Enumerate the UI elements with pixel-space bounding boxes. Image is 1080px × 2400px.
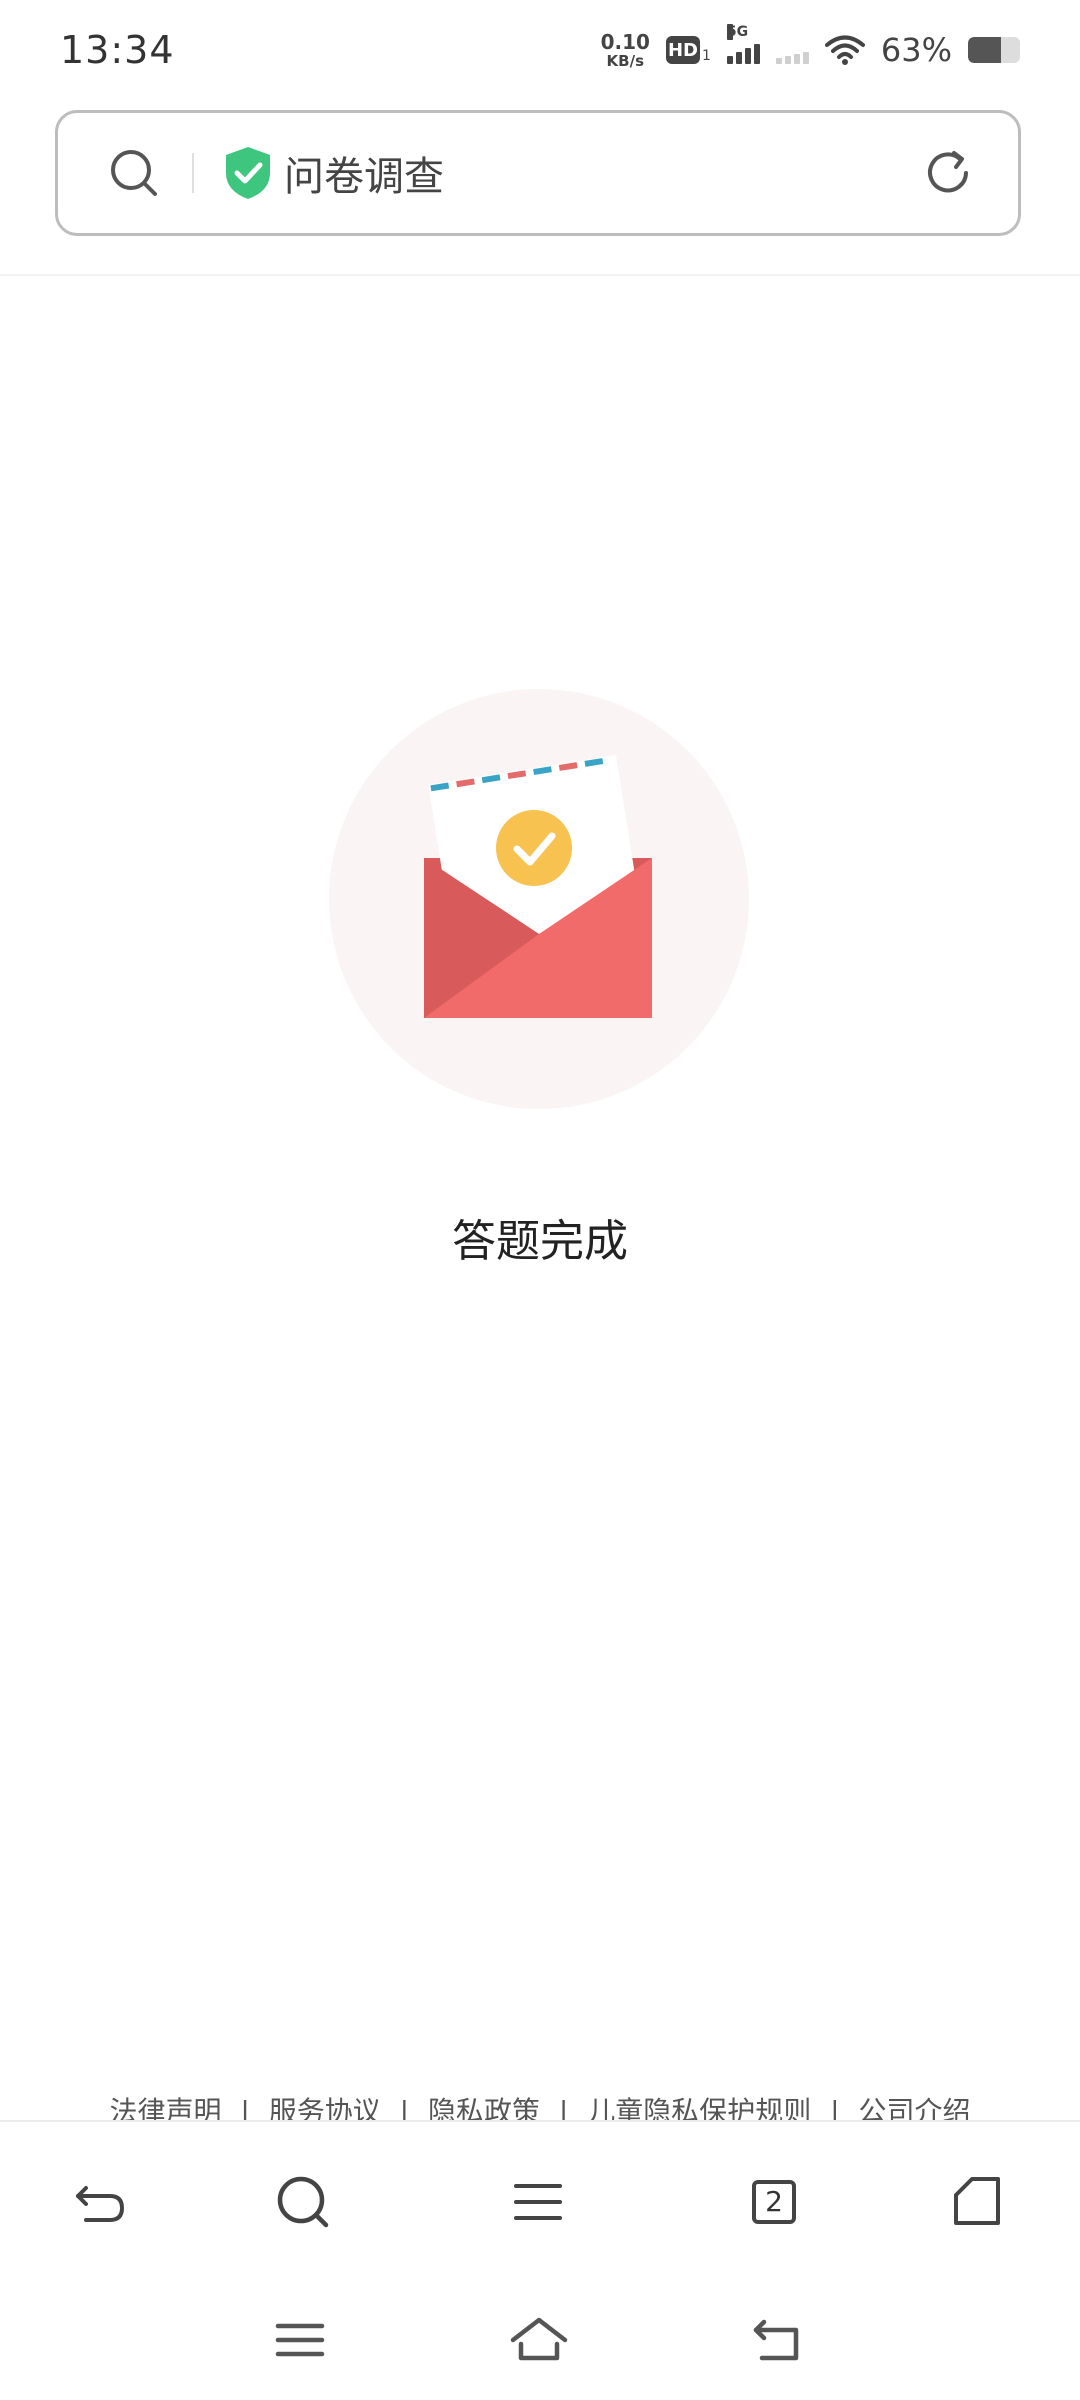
back-icon <box>753 2319 799 2361</box>
search-icon <box>111 150 157 196</box>
signal-sim2-icon <box>775 36 809 64</box>
back-button[interactable] <box>65 2167 135 2237</box>
hd-sub: 1 <box>701 48 711 64</box>
address-bar[interactable]: 问卷调查 <box>55 110 1021 236</box>
menu-button[interactable] <box>503 2167 573 2237</box>
submitted-envelope-illustration <box>329 689 749 1109</box>
refresh-button[interactable] <box>918 143 978 203</box>
back-icon <box>76 2186 125 2222</box>
refresh-icon <box>928 151 968 193</box>
system-home-button[interactable] <box>507 2308 571 2372</box>
wifi-icon <box>824 35 865 65</box>
search-icon <box>277 2176 329 2228</box>
browser-toolbar: 2 <box>0 2120 1080 2282</box>
network-speed-value: 0.10 <box>600 29 650 54</box>
hd-indicator: HD 1 <box>665 36 711 64</box>
home-icon <box>954 2177 1000 2225</box>
check-circle <box>496 810 572 886</box>
status-indicators: 0.10 KB/s HD 1 5G 63% <box>601 24 1020 69</box>
tabs-icon: 2 <box>752 2180 796 2224</box>
address-divider <box>192 153 194 193</box>
home-button[interactable] <box>942 2167 1012 2237</box>
signal-5g-icon: 5G <box>726 24 760 64</box>
home-icon <box>510 2317 568 2361</box>
recents-button[interactable] <box>268 2308 332 2372</box>
system-back-button[interactable] <box>746 2308 810 2372</box>
tabs-button[interactable]: 2 <box>739 2167 809 2237</box>
recents-icon <box>275 2323 325 2357</box>
battery-level <box>968 37 1001 63</box>
search-button[interactable] <box>268 2167 338 2237</box>
hd-badge: HD <box>665 36 700 64</box>
network-type-label: 5G <box>726 24 749 40</box>
header-divider <box>0 274 1080 276</box>
security-shield-icon <box>226 147 270 199</box>
network-speed-unit: KB/s <box>606 51 644 70</box>
battery-icon <box>968 37 1020 63</box>
status-bar: 13:34 0.10 KB/s HD 1 5G 63% <box>0 0 1080 100</box>
network-speed: 0.10 KB/s <box>601 32 650 69</box>
page: 13:34 0.10 KB/s HD 1 5G 63% 问卷调查 答题完成 法律… <box>0 0 1080 2400</box>
address-search-button[interactable] <box>104 143 164 203</box>
battery-percent: 63% <box>880 31 952 69</box>
menu-icon <box>514 2184 562 2220</box>
tabs-count: 2 <box>765 2185 783 2218</box>
completion-message: 答题完成 <box>452 1216 628 1267</box>
status-time: 13:34 <box>60 28 175 72</box>
page-title[interactable]: 问卷调查 <box>284 144 444 202</box>
system-navigation-bar <box>0 2280 1080 2400</box>
